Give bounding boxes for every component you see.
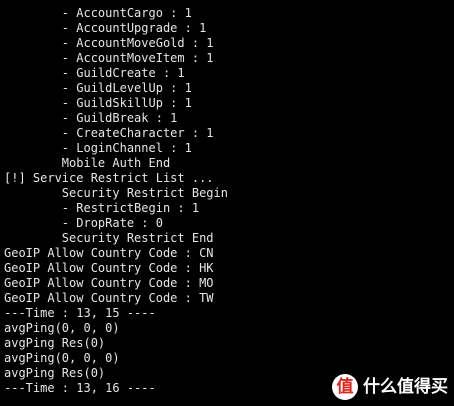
terminal-line: - AccountCargo : 1	[4, 6, 192, 20]
terminal-line: - AccountUpgrade : 1	[4, 21, 207, 35]
terminal-line: avgPing Res(0)	[4, 366, 106, 380]
terminal-line: - AccountMoveGold : 1	[4, 36, 214, 50]
terminal-line: - LoginChannel : 1	[4, 141, 192, 155]
terminal-line: GeoIP Allow Country Code : TW	[4, 291, 214, 305]
terminal-line: - CreateCharacter : 1	[4, 126, 214, 140]
terminal-window[interactable]: - AccountCargo : 1 - AccountUpgrade : 1 …	[0, 0, 454, 406]
terminal-line: avgPing(0, 0, 0)	[4, 351, 120, 365]
terminal-line: - GuildLevelUp : 1	[4, 81, 192, 95]
terminal-line: ---Time : 13, 16 ----	[4, 381, 156, 395]
terminal-line: - RestrictBegin : 1	[4, 201, 200, 215]
terminal-line: - GuildSkillUp : 1	[4, 96, 192, 110]
terminal-line: GeoIP Allow Country Code : MO	[4, 276, 214, 290]
terminal-line: avgPing(0, 0, 0)	[4, 321, 120, 335]
terminal-line: avgPing Res(0)	[4, 336, 106, 350]
terminal-line: Security Restrict Begin	[4, 186, 228, 200]
terminal-line: GeoIP Allow Country Code : CN	[4, 246, 214, 260]
terminal-line: - DropRate : 0	[4, 216, 163, 230]
terminal-output: - AccountCargo : 1 - AccountUpgrade : 1 …	[4, 6, 228, 396]
terminal-line: GeoIP Allow Country Code : HK	[4, 261, 214, 275]
terminal-line: - GuildCreate : 1	[4, 66, 185, 80]
terminal-line: - AccountMoveItem : 1	[4, 51, 214, 65]
watermark-logo-icon: 值	[332, 374, 358, 400]
terminal-line: Mobile Auth End	[4, 156, 171, 170]
terminal-line: ---Time : 13, 15 ----	[4, 306, 156, 320]
terminal-line: - GuildBreak : 1	[4, 111, 178, 125]
terminal-line: [!] Service Restrict List ...	[4, 171, 214, 185]
terminal-line: Security Restrict End	[4, 231, 214, 245]
watermark: 值 什么值得买	[332, 374, 448, 400]
watermark-text: 什么值得买	[363, 377, 448, 397]
